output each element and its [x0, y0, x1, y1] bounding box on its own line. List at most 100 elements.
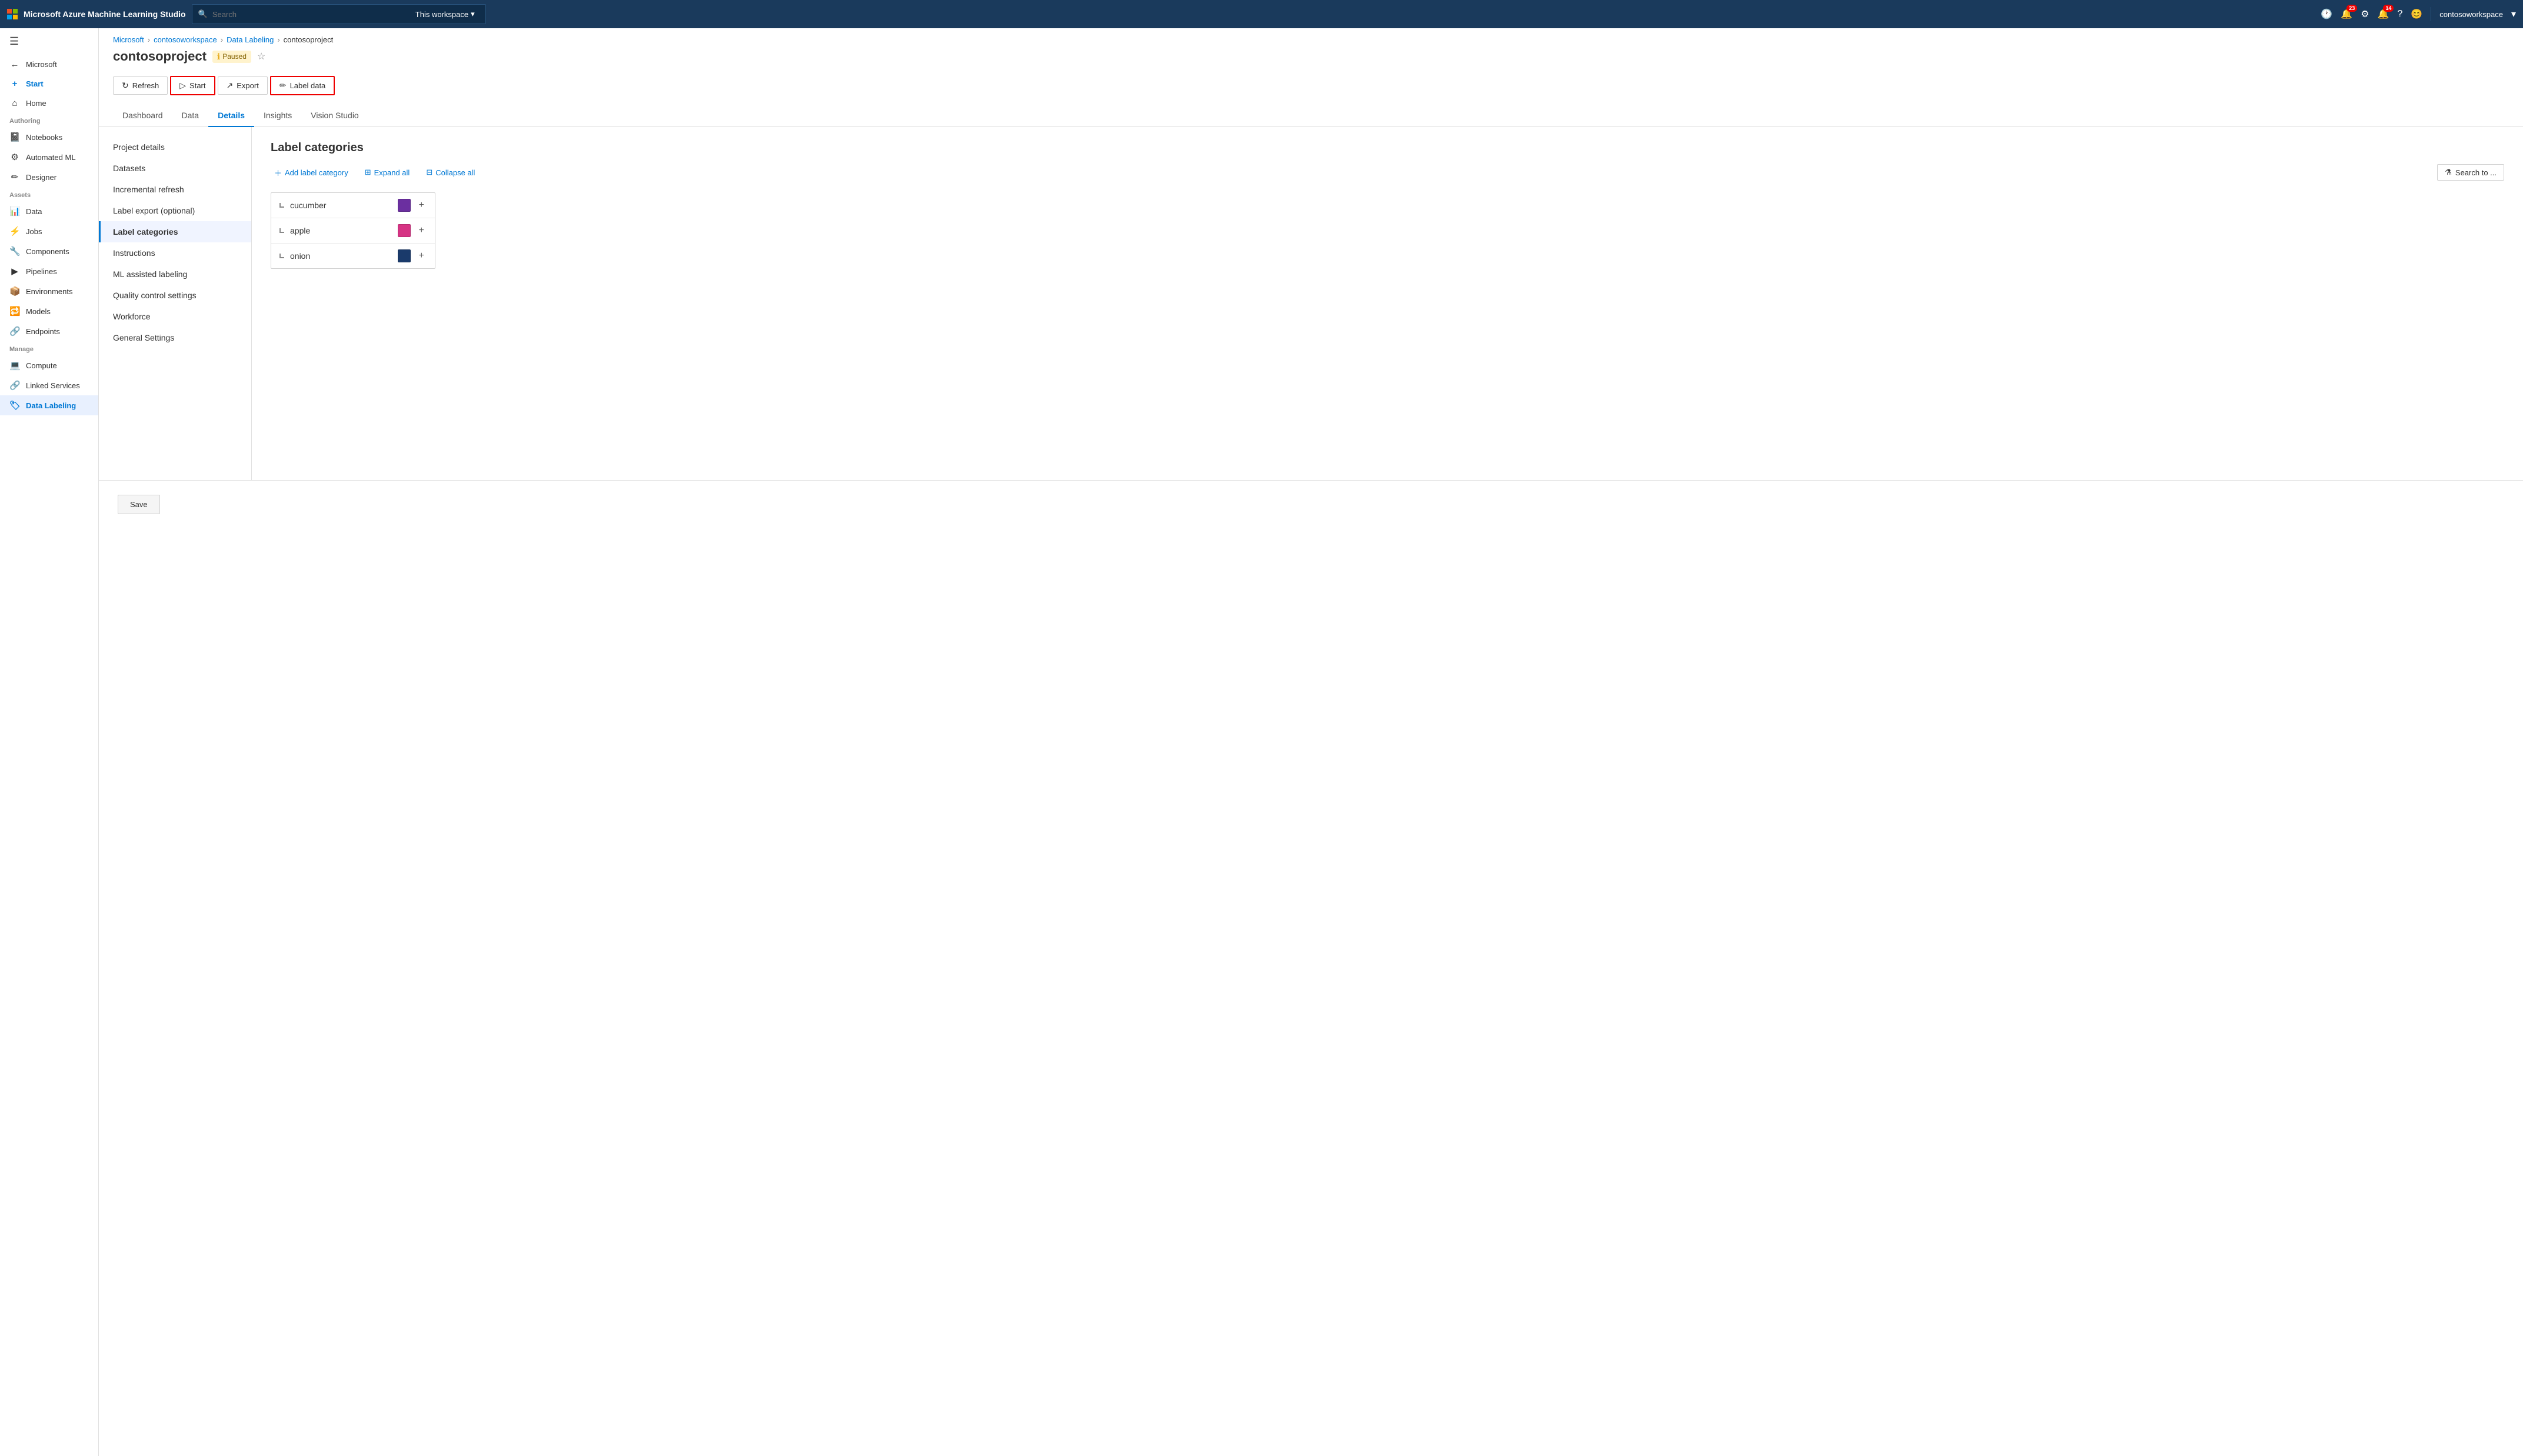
sidebar-item-home[interactable]: ⌂ Home [0, 94, 98, 113]
left-nav-instructions[interactable]: Instructions [99, 242, 251, 264]
left-nav-label-export[interactable]: Label export (optional) [99, 200, 251, 221]
sidebar-item-endpoints[interactable]: 🔗 Endpoints [0, 321, 98, 341]
clock-icon[interactable]: 🕐 [2321, 8, 2332, 20]
sidebar-item-jobs[interactable]: ⚡ Jobs [0, 221, 98, 241]
breadcrumb-current: contosoproject [284, 35, 334, 44]
color-swatch-apple[interactable] [398, 224, 411, 237]
breadcrumb-sep-1: › [148, 35, 150, 44]
start-button[interactable]: ▷ Start [170, 76, 215, 95]
automated-ml-label: Automated ML [26, 153, 76, 162]
pipelines-icon: ▶ [9, 266, 20, 276]
save-button[interactable]: Save [118, 495, 160, 514]
collapse-all-button[interactable]: ⊟ Collapse all [422, 165, 478, 179]
data-label: Data [26, 207, 42, 216]
expand-all-button[interactable]: ⊞ Expand all [361, 165, 414, 179]
favorite-star-icon[interactable]: ☆ [257, 51, 265, 62]
label-container: cucumber + apple + onion + [271, 192, 435, 269]
sidebar-item-environments[interactable]: 📦 Environments [0, 281, 98, 301]
models-icon: 🔁 [9, 306, 20, 316]
left-nav-ml-labeling[interactable]: ML assisted labeling [99, 264, 251, 285]
sidebar-item-pipelines[interactable]: ▶ Pipelines [0, 261, 98, 281]
tab-vision-studio[interactable]: Vision Studio [301, 105, 368, 127]
sidebar-item-new[interactable]: + Start [0, 74, 98, 94]
color-swatch-cucumber[interactable] [398, 199, 411, 212]
export-button[interactable]: ↗ Export [218, 76, 268, 95]
sidebar-item-data-labeling[interactable]: 🏷 Data Labeling [0, 395, 98, 415]
chevron-down-icon: ▾ [471, 9, 475, 19]
chevron-down-icon[interactable]: ▾ [2511, 8, 2516, 20]
main-layout: ☰ ← Microsoft + Start ⌂ Home Authoring 📓… [0, 28, 2523, 1456]
breadcrumb-microsoft[interactable]: Microsoft [113, 35, 144, 44]
page-title: contosoproject [113, 49, 207, 64]
left-nav-incremental-refresh[interactable]: Incremental refresh [99, 179, 251, 200]
left-nav-label-categories[interactable]: Label categories [99, 221, 251, 242]
notification-icon-1[interactable]: 🔔 23 [2341, 8, 2352, 20]
label-data-button[interactable]: ✏ Label data [270, 76, 335, 95]
add-subcategory-onion[interactable]: + [417, 251, 427, 261]
breadcrumb-data-labeling[interactable]: Data Labeling [227, 35, 274, 44]
assets-section-label: Assets [0, 187, 98, 201]
compute-icon: 💻 [9, 360, 20, 371]
collapse-all-label: Collapse all [435, 168, 475, 177]
label-data-icon: ✏ [279, 81, 287, 91]
add-subcategory-apple[interactable]: + [417, 225, 427, 236]
search-bar[interactable]: 🔍 This workspace ▾ [192, 4, 486, 24]
tab-details[interactable]: Details [208, 105, 254, 127]
sidebar-item-designer[interactable]: ✏ Designer [0, 167, 98, 187]
designer-icon: ✏ [9, 172, 20, 182]
search-filter-label: Search to ... [2455, 168, 2497, 177]
tab-dashboard[interactable]: Dashboard [113, 105, 172, 127]
color-swatch-onion[interactable] [398, 249, 411, 262]
home-icon: ⌂ [9, 98, 20, 108]
environments-icon: 📦 [9, 286, 20, 296]
profile-icon[interactable]: 😊 [2411, 8, 2422, 20]
sidebar-item-components[interactable]: 🔧 Components [0, 241, 98, 261]
sidebar-item-models[interactable]: 🔁 Models [0, 301, 98, 321]
sidebar-item-data[interactable]: 📊 Data [0, 201, 98, 221]
left-nav-project-details[interactable]: Project details [99, 136, 251, 158]
tab-insights[interactable]: Insights [254, 105, 301, 127]
new-label: Start [26, 79, 44, 88]
export-icon: ↗ [227, 81, 234, 91]
filter-icon: ⚗ [2445, 168, 2452, 177]
username-label: contosoworkspace [2439, 10, 2503, 19]
sidebar-item-microsoft[interactable]: ← Microsoft [0, 55, 98, 74]
expand-all-label: Expand all [374, 168, 410, 177]
breadcrumb-workspace[interactable]: contosoworkspace [154, 35, 217, 44]
sidebar: ☰ ← Microsoft + Start ⌂ Home Authoring 📓… [0, 28, 99, 1456]
tab-data[interactable]: Data [172, 105, 209, 127]
data-labeling-label: Data Labeling [26, 401, 76, 410]
left-nav-datasets[interactable]: Datasets [99, 158, 251, 179]
add-label-category-button[interactable]: ＋ Add label category [271, 165, 352, 181]
pipelines-label: Pipelines [26, 267, 57, 276]
sidebar-item-linked-services[interactable]: 🔗 Linked Services [0, 375, 98, 395]
label-item-cucumber: cucumber + [271, 193, 435, 218]
expand-indicator-onion [279, 254, 284, 258]
authoring-section-label: Authoring [0, 113, 98, 127]
notebooks-label: Notebooks [26, 133, 62, 142]
add-subcategory-cucumber[interactable]: + [417, 200, 427, 211]
components-label: Components [26, 247, 69, 256]
refresh-button[interactable]: ↻ Refresh [113, 76, 168, 95]
search-input[interactable] [212, 10, 406, 19]
sidebar-item-notebooks[interactable]: 📓 Notebooks [0, 127, 98, 147]
settings-icon[interactable]: ⚙ [2361, 8, 2369, 20]
left-nav-quality-control[interactable]: Quality control settings [99, 285, 251, 306]
left-nav-workforce[interactable]: Workforce [99, 306, 251, 327]
search-filter-button[interactable]: ⚗ Search to ... [2437, 164, 2504, 181]
expand-icon: ⊞ [365, 168, 371, 177]
status-icon: ℹ [217, 52, 220, 62]
refresh-icon: ↻ [122, 81, 129, 91]
notification-badge-2: 14 [2383, 5, 2394, 12]
notification-icon-2[interactable]: 🔔 14 [2378, 8, 2389, 20]
label-name-cucumber: cucumber [290, 201, 392, 210]
help-icon[interactable]: ? [2397, 9, 2402, 19]
collapse-icon: ⊟ [426, 168, 432, 177]
microsoft-label: Microsoft [26, 60, 57, 69]
left-nav-general-settings[interactable]: General Settings [99, 327, 251, 348]
sidebar-item-compute[interactable]: 💻 Compute [0, 355, 98, 375]
expand-indicator-cucumber [279, 203, 284, 208]
workspace-selector[interactable]: This workspace ▾ [411, 7, 480, 21]
menu-button[interactable]: ☰ [0, 28, 98, 55]
sidebar-item-automated-ml[interactable]: ⚙ Automated ML [0, 147, 98, 167]
